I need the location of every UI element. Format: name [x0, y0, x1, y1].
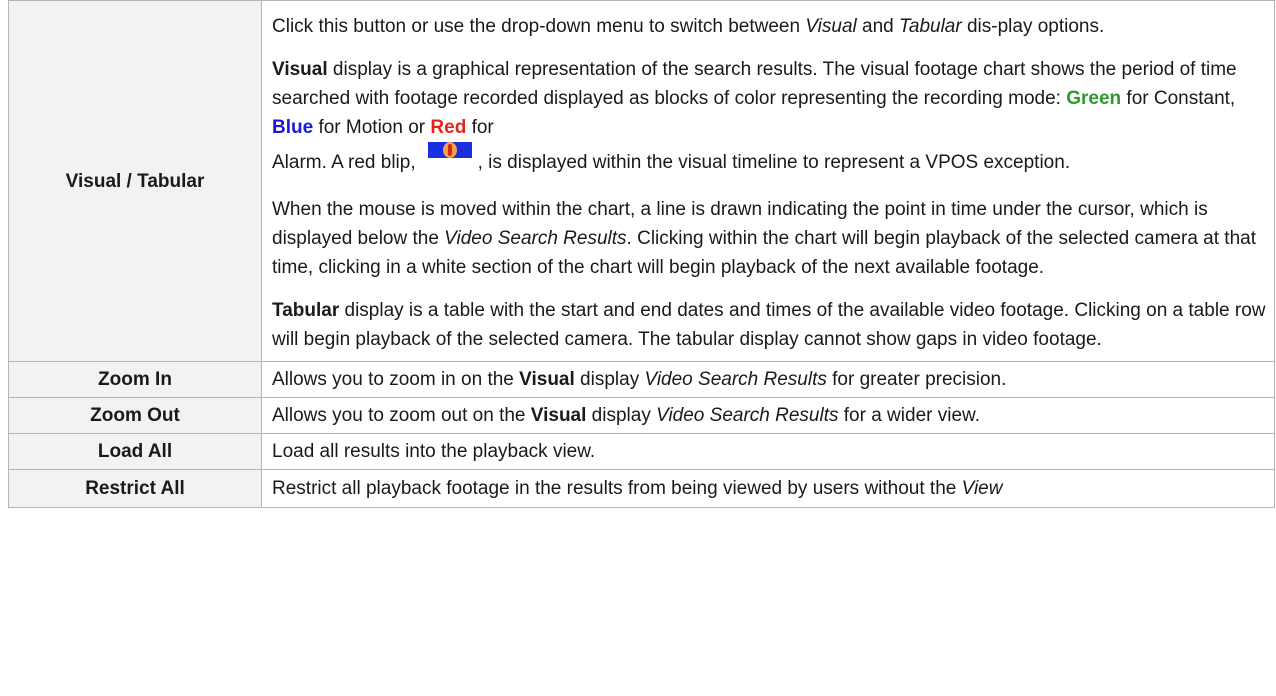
table-row: Visual / Tabular Click this button or us… [8, 0, 1275, 362]
term-zoom-out: Zoom Out [8, 397, 262, 434]
description-load-all: Load all results into the playback view. [261, 433, 1275, 470]
table-row: Restrict All Restrict all playback foota… [8, 469, 1275, 508]
paragraph-chart-cursor: When the mouse is moved within the chart… [272, 199, 1256, 278]
term-load-all: Load All [8, 433, 262, 470]
description-zoom-in: Allows you to zoom in on the Visual disp… [261, 361, 1275, 398]
description-zoom-out: Allows you to zoom out on the Visual dis… [261, 397, 1275, 434]
term-restrict-all: Restrict All [8, 469, 262, 508]
blue-mode-label: Blue [272, 117, 314, 138]
paragraph-display-switch: Click this button or use the drop-down m… [272, 16, 1105, 37]
term-visual-tabular: Visual / Tabular [8, 0, 262, 362]
table-row: Zoom Out Allows you to zoom out on the V… [8, 397, 1275, 434]
description-restrict-all: Restrict all playback footage in the res… [261, 469, 1275, 508]
paragraph-visual-display: Visual display is a graphical representa… [272, 59, 1237, 173]
green-mode-label: Green [1066, 88, 1122, 109]
description-visual-tabular: Click this button or use the drop-down m… [261, 0, 1275, 362]
paragraph-tabular-display: Tabular display is a table with the star… [272, 300, 1266, 350]
term-zoom-in: Zoom In [8, 361, 262, 398]
table-row: Load All Load all results into the playb… [8, 433, 1275, 470]
table-row: Zoom In Allows you to zoom in on the Vis… [8, 361, 1275, 398]
red-mode-label: Red [430, 117, 467, 138]
vpos-exception-blip-icon [427, 142, 472, 158]
help-table: Visual / Tabular Click this button or us… [8, 0, 1275, 508]
